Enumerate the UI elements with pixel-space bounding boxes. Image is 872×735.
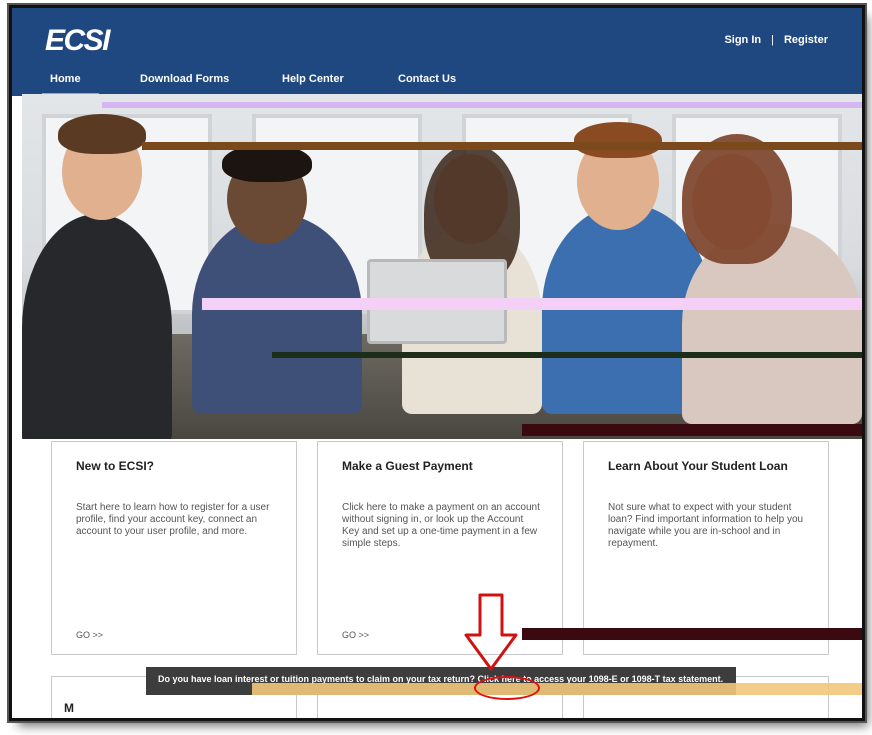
- glitch-band: [522, 628, 862, 640]
- nav-home[interactable]: Home: [42, 73, 98, 96]
- card-title: New to ECSI?: [76, 459, 155, 473]
- main-nav: Home Download Forms Help Center Contact …: [12, 70, 862, 96]
- glitch-band: [252, 683, 862, 695]
- card-body: Click here to make a payment on an accou…: [342, 502, 540, 549]
- card-title: Make a Guest Payment: [342, 459, 473, 473]
- student-1: [22, 214, 172, 439]
- card-body: Not sure what to expect with your studen…: [608, 502, 804, 549]
- card-new-to-ecsi: New to ECSI? Start here to learn how to …: [51, 441, 297, 655]
- card-learn-student-loan: Learn About Your Student Loan Not sure w…: [583, 441, 829, 655]
- nav-contact-us[interactable]: Contact Us: [398, 73, 456, 85]
- register-link[interactable]: Register: [784, 34, 828, 46]
- site-header: ECSI Sign In | Register Home Download Form…: [12, 8, 862, 96]
- browser-frame: ECSI Sign In | Register Home Download Form…: [12, 8, 862, 718]
- glitch-band: [142, 142, 862, 150]
- glitch-band: [102, 102, 862, 108]
- student-2: [192, 214, 362, 414]
- glitch-band: [522, 424, 862, 436]
- student-5-hair: [682, 134, 792, 264]
- card-guest-payment: Make a Guest Payment Click here to make …: [317, 441, 563, 655]
- student-4-hair: [574, 122, 662, 158]
- auth-links: Sign In | Register: [724, 34, 828, 46]
- red-highlight-oval: [474, 676, 540, 700]
- card-go-link[interactable]: GO >>: [76, 630, 103, 640]
- nav-help-center[interactable]: Help Center: [282, 73, 344, 85]
- auth-separator: |: [771, 34, 774, 46]
- card-title: M: [64, 701, 74, 715]
- card-go-link[interactable]: GO >>: [342, 630, 369, 640]
- nav-download-forms[interactable]: Download Forms: [140, 73, 229, 85]
- card-body: Start here to learn how to register for …: [76, 502, 270, 537]
- card-title: Learn About Your Student Loan: [608, 459, 788, 473]
- red-down-arrow-icon: [464, 593, 518, 671]
- ecsi-logo[interactable]: ECSI: [45, 24, 111, 58]
- glitch-band: [272, 352, 862, 358]
- glitch-band: [202, 298, 862, 310]
- hero-image-students: [22, 94, 862, 439]
- sign-in-link[interactable]: Sign In: [724, 34, 761, 46]
- student-1-hair: [58, 114, 146, 154]
